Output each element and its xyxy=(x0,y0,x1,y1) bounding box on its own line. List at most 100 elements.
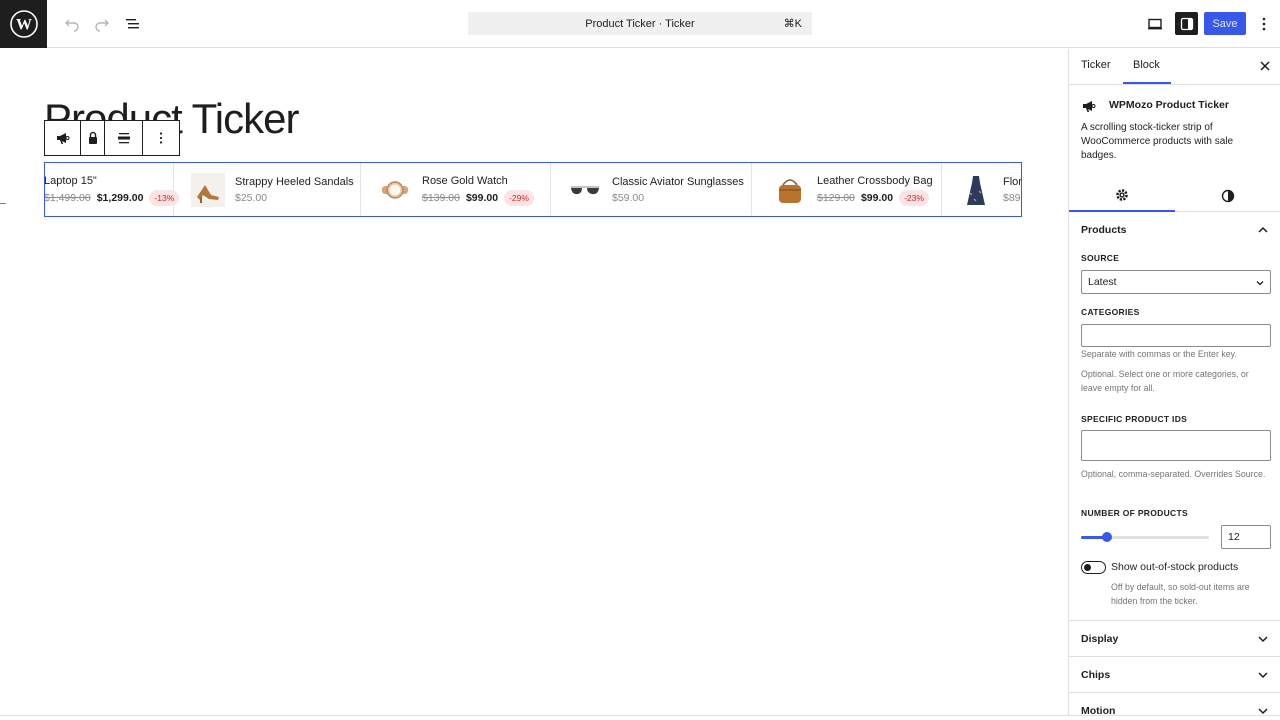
section-title: Chips xyxy=(1081,668,1111,681)
canvas-edge-marker xyxy=(0,203,6,204)
block-type-button[interactable] xyxy=(45,121,81,155)
product-name: Leather Crossbody Bag xyxy=(817,174,933,187)
regular-price: $129.00 xyxy=(817,191,855,204)
source-select[interactable]: Latest xyxy=(1081,270,1271,294)
section-title: Display xyxy=(1081,632,1119,645)
redo-button[interactable] xyxy=(90,12,114,36)
section-title: Products xyxy=(1081,224,1127,236)
ticker-item[interactable]: Classic Aviator Sunglasses $59.00 xyxy=(551,163,752,216)
sale-badge: -29% xyxy=(504,189,534,206)
document-overview-button[interactable] xyxy=(121,12,145,36)
product-name: Floral Dress xyxy=(1003,175,1022,188)
count-slider-handle[interactable] xyxy=(1102,532,1112,542)
product-name: Classic Aviator Sunglasses xyxy=(612,175,744,188)
undo-button[interactable] xyxy=(60,12,84,36)
source-value: Latest xyxy=(1088,276,1117,288)
categories-label: CATEGORIES xyxy=(1081,307,1140,317)
product-ids-help: Optional, comma-separated. Overrides Sou… xyxy=(1081,469,1266,479)
count-number-input[interactable]: 12 xyxy=(1221,525,1271,549)
bag-icon xyxy=(772,172,808,208)
block-name: WPMozo Product Ticker xyxy=(1109,99,1229,111)
more-vertical-icon xyxy=(1262,17,1266,31)
tab-block[interactable]: Block xyxy=(1133,59,1160,71)
desktop-icon xyxy=(1148,18,1162,30)
product-name: Laptop 15" xyxy=(44,174,97,187)
sunglasses-icon xyxy=(567,172,603,208)
shortcut-hint: ⌘K xyxy=(783,18,802,30)
lock-icon xyxy=(88,131,97,144)
out-of-stock-help: Off by default, so sold-out items are hi… xyxy=(1111,582,1250,606)
footer-bar xyxy=(0,715,1280,720)
editor-canvas[interactable]: Product Ticker Laptop 15" $1,499.00 $1,2… xyxy=(0,49,1068,715)
megaphone-icon xyxy=(1083,101,1096,112)
svg-text:W: W xyxy=(16,17,32,34)
product-price: $89.00 xyxy=(1003,191,1021,204)
command-palette-bar[interactable]: Product Ticker · Ticker ⌘K xyxy=(468,12,812,35)
view-button[interactable] xyxy=(1143,12,1167,36)
undo-icon xyxy=(65,19,79,32)
watch-icon xyxy=(377,172,413,208)
out-of-stock-toggle[interactable] xyxy=(1081,561,1106,574)
chevron-down-icon xyxy=(1258,707,1268,714)
count-value: 12 xyxy=(1228,531,1240,543)
tab-settings[interactable] xyxy=(1069,180,1175,212)
sidebar-tabs: Ticker Block xyxy=(1069,49,1280,85)
product-price: $25.00 xyxy=(235,191,268,204)
active-tab-indicator xyxy=(1123,82,1171,84)
motion-section-header[interactable]: Motion xyxy=(1069,692,1280,715)
product-ticker-block[interactable]: Laptop 15" $1,499.00 $1,299.00 -13% Stra… xyxy=(44,162,1022,217)
sale-price: $1,299.00 xyxy=(96,191,144,204)
count-slider[interactable] xyxy=(1081,532,1209,542)
list-view-icon xyxy=(126,19,139,29)
regular-price: $139.00 xyxy=(422,191,460,204)
settings-panel-toggle[interactable] xyxy=(1175,12,1198,35)
document-title: Product Ticker · Ticker xyxy=(585,17,695,30)
gear-icon xyxy=(1116,189,1128,201)
options-menu-button[interactable] xyxy=(1252,12,1276,36)
products-section-header[interactable]: Products xyxy=(1069,212,1280,248)
sale-badge: -23% xyxy=(899,189,929,206)
product-ids-label: SPECIFIC PRODUCT IDS xyxy=(1081,414,1188,424)
wordpress-icon: W xyxy=(9,10,38,38)
section-title: Motion xyxy=(1081,704,1116,716)
save-button[interactable]: Save xyxy=(1204,12,1246,35)
categories-help: Separate with commas or the Enter key. xyxy=(1081,349,1237,359)
ticker-item[interactable]: Laptop 15" $1,499.00 $1,299.00 -13% xyxy=(45,163,180,216)
out-of-stock-label[interactable]: Show out-of-stock products xyxy=(1111,561,1238,573)
ticker-item[interactable]: Strappy Heeled Sandals $25.00 xyxy=(174,163,361,216)
chevron-up-icon xyxy=(1258,226,1268,233)
more-vertical-icon xyxy=(159,132,163,144)
block-description: A scrolling stock-ticker strip of WooCom… xyxy=(1081,122,1234,161)
ticker-item[interactable]: Leather Crossbody Bag $129.00 $99.00 -23… xyxy=(752,163,942,216)
align-button[interactable] xyxy=(105,121,143,155)
sidebar-icon xyxy=(1180,17,1193,30)
product-ids-input[interactable] xyxy=(1081,430,1271,461)
lock-button[interactable] xyxy=(81,121,105,155)
product-name: Strappy Heeled Sandals xyxy=(235,175,354,188)
sandal-icon xyxy=(190,172,226,208)
editor-topbar: W Product Ticker · Ticker ⌘K Save xyxy=(0,0,1280,48)
display-section-header[interactable]: Display xyxy=(1069,620,1280,656)
block-options-button[interactable] xyxy=(143,121,179,155)
chevron-down-icon xyxy=(1258,635,1268,642)
categories-input[interactable] xyxy=(1081,324,1271,347)
chevron-down-icon xyxy=(1258,671,1268,678)
settings-sidebar: Ticker Block WPMozo Product Ticker A scr… xyxy=(1068,49,1280,715)
redo-icon xyxy=(95,19,109,32)
ticker-item[interactable]: Floral Dress $89.00 xyxy=(942,163,1022,216)
count-label: NUMBER OF PRODUCTS xyxy=(1081,508,1188,518)
source-label: SOURCE xyxy=(1081,253,1120,263)
tab-styles[interactable] xyxy=(1175,180,1280,212)
sale-price: $99.00 xyxy=(860,191,894,204)
close-sidebar-button[interactable] xyxy=(1259,59,1271,77)
tab-ticker[interactable]: Ticker xyxy=(1081,59,1111,71)
categories-optional-help: Optional. Select one or more categories,… xyxy=(1081,369,1249,393)
chips-section-header[interactable]: Chips xyxy=(1069,656,1280,692)
inspector-subtabs xyxy=(1069,180,1280,212)
product-name: Rose Gold Watch xyxy=(422,174,508,187)
chevron-down-icon xyxy=(1256,281,1264,286)
wordpress-logo-button[interactable]: W xyxy=(0,0,47,48)
ticker-item[interactable]: Rose Gold Watch $139.00 $99.00 -29% xyxy=(361,163,551,216)
close-icon xyxy=(1260,61,1270,71)
contrast-icon xyxy=(1221,189,1235,203)
